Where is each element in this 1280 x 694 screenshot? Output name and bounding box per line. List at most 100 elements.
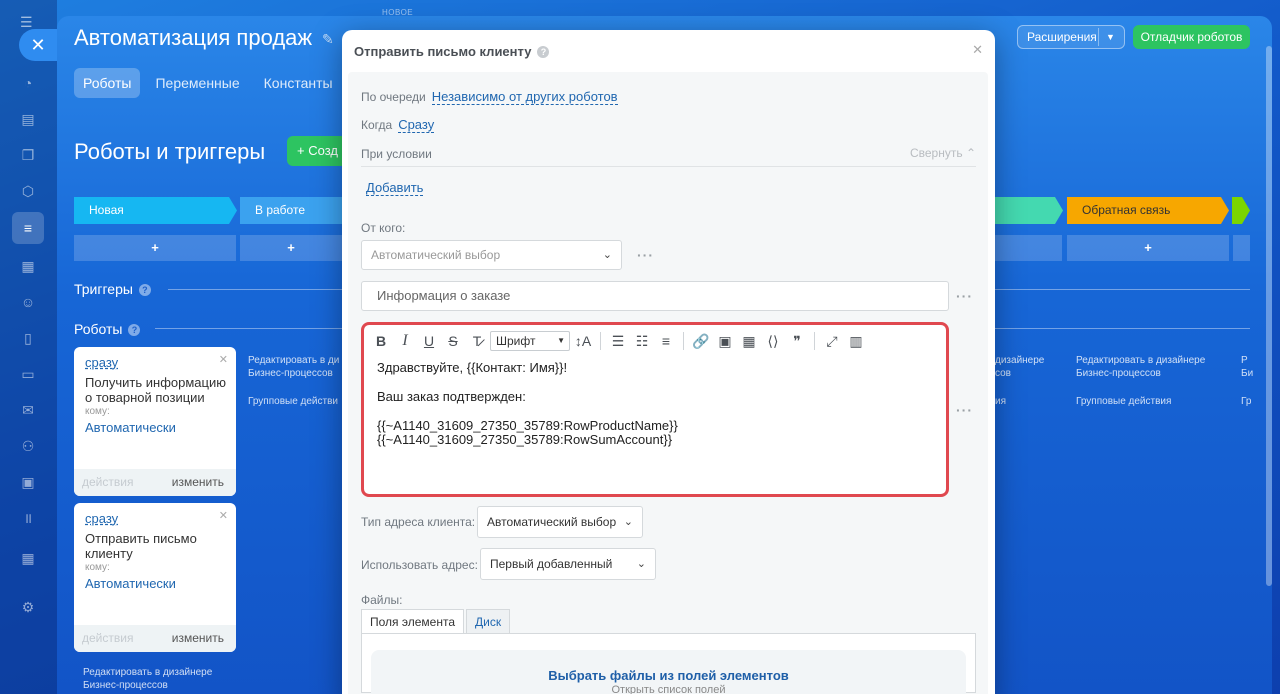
group-actions-link[interactable]: Групповые действия [1076,395,1226,408]
robot-icon[interactable]: ☺ [15,289,41,315]
choose-files-button[interactable]: Выбрать файлы из полей элементов [371,668,966,683]
close-icon[interactable]: ✕ [219,509,228,522]
edit-in-designer-link[interactable]: Редактировать в дизайнере Бизнес-процесс… [1076,354,1226,380]
stage-feedback[interactable]: Обратная связь [1067,197,1229,224]
clear-format-icon[interactable]: T̷ [466,330,488,352]
edit-in-designer-link[interactable]: Редактировать в дизайнере Бизнес-процесс… [83,666,233,692]
address-type-select[interactable]: Автоматический выбор ⌄ [477,506,643,538]
more-icon[interactable]: ··· [956,288,973,304]
add-robot-button[interactable] [1233,235,1250,261]
funnel-icon[interactable]: ≡ [12,212,44,244]
chat-icon[interactable]: ◔ [15,70,41,96]
email-body-text[interactable]: Здравствуйте, {{Контакт: Имя}}! Ваш зака… [377,361,678,447]
messages-icon[interactable]: ❐ [15,142,41,168]
robot-recipient[interactable]: Автоматически [85,576,176,591]
robot-when-link[interactable]: сразу [85,355,118,370]
section-title: Роботы и триггеры [74,139,266,164]
subject-input[interactable]: Информация о заказе [361,281,949,311]
stage-new[interactable]: Новая [74,197,237,224]
more-icon[interactable]: ··· [956,402,973,418]
monitor-icon[interactable]: ▣ [15,469,41,495]
settings-icon[interactable]: ⚙ [15,594,41,620]
add-robot-button[interactable] [995,235,1062,261]
bullet-list-icon[interactable]: ☷ [631,330,653,352]
close-icon[interactable]: ✕ [219,353,228,366]
tasks-icon[interactable]: ▤ [15,106,41,132]
robot-card[interactable]: сразу ✕ Отправить письмо клиенту кому: А… [74,503,236,652]
document-icon[interactable]: ▯ [15,325,41,351]
robot-card-footer: действия изменить [74,625,236,652]
add-robot-button[interactable]: + [240,235,342,261]
help-icon[interactable]: ? [138,284,151,296]
numbered-list-icon[interactable]: ☰ [607,330,629,352]
tab-robots[interactable]: Роботы [74,68,141,98]
robot-actions: действия [82,631,134,645]
robot-card[interactable]: сразу ✕ Получить информацию о товарной п… [74,347,236,496]
robot-edit-button[interactable]: изменить [172,469,224,496]
group-actions-fragment[interactable]: Гр [1241,395,1253,408]
edit-in-designer-fragment[interactable]: дизайнере сов [995,354,1055,380]
queue-link[interactable]: Независимо от других роботов [431,89,618,105]
grid-icon[interactable]: ▦ [15,545,41,571]
edit-in-designer-link[interactable]: Редактировать в ди Бизнес-процессов [248,354,343,380]
pause-icon[interactable]: ॥ [15,505,41,531]
card-icon[interactable]: ▭ [15,361,41,387]
help-icon[interactable]: ? [128,324,141,336]
close-icon[interactable]: ✕ [19,29,57,61]
stage-in-progress[interactable]: В работе [240,197,350,224]
source-view-icon[interactable]: ▥ [845,330,867,352]
condition-label: При условии [361,147,432,161]
tab-element-fields[interactable]: Поля элемента [361,609,464,633]
more-icon[interactable]: ··· [637,247,654,263]
fullscreen-icon[interactable]: ⤢ [821,330,843,352]
robot-edit-button[interactable]: изменить [172,625,224,652]
divider [995,328,1250,329]
font-size-icon[interactable]: ↕A [572,330,594,352]
plus-icon: + [297,143,309,158]
collapse-button[interactable]: Свернуть ⌃ [910,146,976,160]
tab-variables[interactable]: Переменные [146,68,248,98]
robot-recipient-label: кому: [85,562,110,573]
stage-green[interactable] [990,197,1063,224]
group-actions-link[interactable]: Групповые действи [248,395,343,408]
pin-icon[interactable]: ✎ [322,31,334,48]
robot-debugger-button[interactable]: Отладчик роботов [1133,25,1250,49]
font-select[interactable]: Шрифт ▼ [490,331,570,351]
image-icon[interactable]: ▣ [714,330,736,352]
group-actions-fragment[interactable]: ия [995,395,1055,408]
email-body-editor[interactable]: B I U S T̷ Шрифт ▼ ↕A ☰ ☷ ≡ 🔗 ▣ ▦ ⟨⟩ ❞ ⤢ … [361,322,949,497]
italic-icon[interactable]: I [394,330,416,352]
hexagon-icon[interactable]: ⬡ [15,178,41,204]
users-icon[interactable]: ⚇ [15,433,41,459]
tab-constants[interactable]: Константы [255,68,342,98]
files-dropzone[interactable]: Выбрать файлы из полей элементов Открыть… [371,650,966,694]
open-fields-link[interactable]: Открыть список полей [371,684,966,694]
table-icon[interactable]: ▦ [738,330,760,352]
close-icon[interactable]: ✕ [972,42,983,58]
scrollbar[interactable] [1266,46,1272,586]
from-select[interactable]: Автоматический выбор ⌄ [361,240,622,270]
bold-icon[interactable]: B [370,330,392,352]
robot-recipient[interactable]: Автоматически [85,420,176,435]
quote-icon[interactable]: ❞ [786,330,808,352]
add-robot-button[interactable]: + [74,235,236,261]
chevron-down-icon: ⌄ [602,249,612,261]
add-condition-link[interactable]: Добавить [366,180,424,196]
when-link[interactable]: Сразу [398,117,435,133]
robot-when-link[interactable]: сразу [85,511,118,526]
link-icon[interactable]: 🔗 [690,330,712,352]
code-icon[interactable]: ⟨⟩ [762,330,784,352]
help-icon[interactable]: ? [537,46,550,58]
use-address-select[interactable]: Первый добавленный ⌄ [480,548,656,580]
edit-in-designer-fragment[interactable]: Р Би [1241,354,1253,380]
create-button[interactable]: + Созд [287,136,347,166]
calendar-icon[interactable]: ▦ [15,253,41,279]
tab-disk[interactable]: Диск [466,609,511,633]
underline-icon[interactable]: U [418,330,440,352]
strikethrough-icon[interactable]: S [442,330,464,352]
align-icon[interactable]: ≡ [655,330,677,352]
mail-icon[interactable]: ✉ [15,397,41,423]
dialog-body: По очереди Независимо от других роботов К… [348,72,988,694]
extensions-button[interactable]: Расширения ▼ [1017,25,1125,49]
add-robot-button[interactable]: + [1067,235,1229,261]
